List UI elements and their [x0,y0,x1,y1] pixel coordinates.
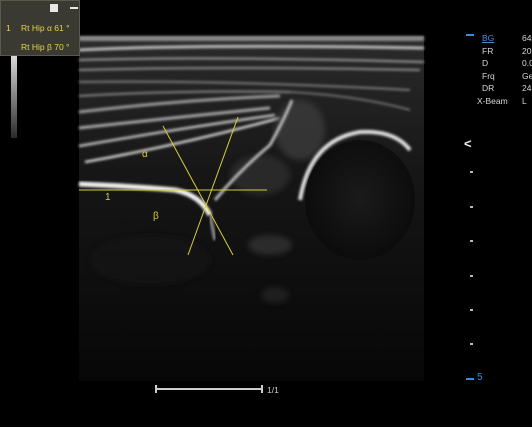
param-key: D [482,58,489,68]
depth-label: 5 [477,372,483,383]
depth-scale-bottom [466,378,474,380]
depth-tick [470,343,473,345]
minimize-icon[interactable] [70,7,78,9]
param-key: FR [482,45,494,56]
measurement-value: Rt Hip β 70 ° [21,42,70,52]
param-value: L [522,95,527,106]
scale-bar [155,385,263,393]
param-key[interactable]: BG [482,32,494,45]
measurement-marker-1: 1 [105,192,111,203]
ultrasound-image [78,36,425,381]
beta-label: β [153,211,159,222]
measurement-index: 1 [6,23,11,33]
param-value: Gen [522,70,532,81]
param-value: 245 [522,83,532,93]
param-value: 64 [522,33,532,43]
param-value: 0.0 [522,58,532,68]
grayscale-bar [11,56,17,138]
measurement-value: Rt Hip α 61 ° [21,23,70,33]
depth-tick [470,240,473,242]
param-key: X-Beam [477,95,508,106]
depth-tick [470,275,473,277]
measurement-panel[interactable]: 1 Rt Hip α 61 ° Rt Hip β 70 ° [0,0,80,56]
depth-tick [470,206,473,208]
depth-tick [470,309,473,311]
param-key: DR [482,83,495,93]
maximize-icon[interactable] [50,4,58,12]
param-value: 20 [522,45,532,56]
depth-scale-top [466,34,474,36]
param-key: Frq [482,70,495,81]
scale-bar-cap [155,385,157,393]
depth-tick [470,171,473,173]
scale-bar-cap [261,385,263,393]
panel-titlebar[interactable] [1,1,79,15]
alpha-label: α [142,149,148,160]
frame-counter: 1/1 [267,385,279,395]
scale-bar-line [155,388,263,390]
focus-marker-icon[interactable]: < [464,136,472,151]
